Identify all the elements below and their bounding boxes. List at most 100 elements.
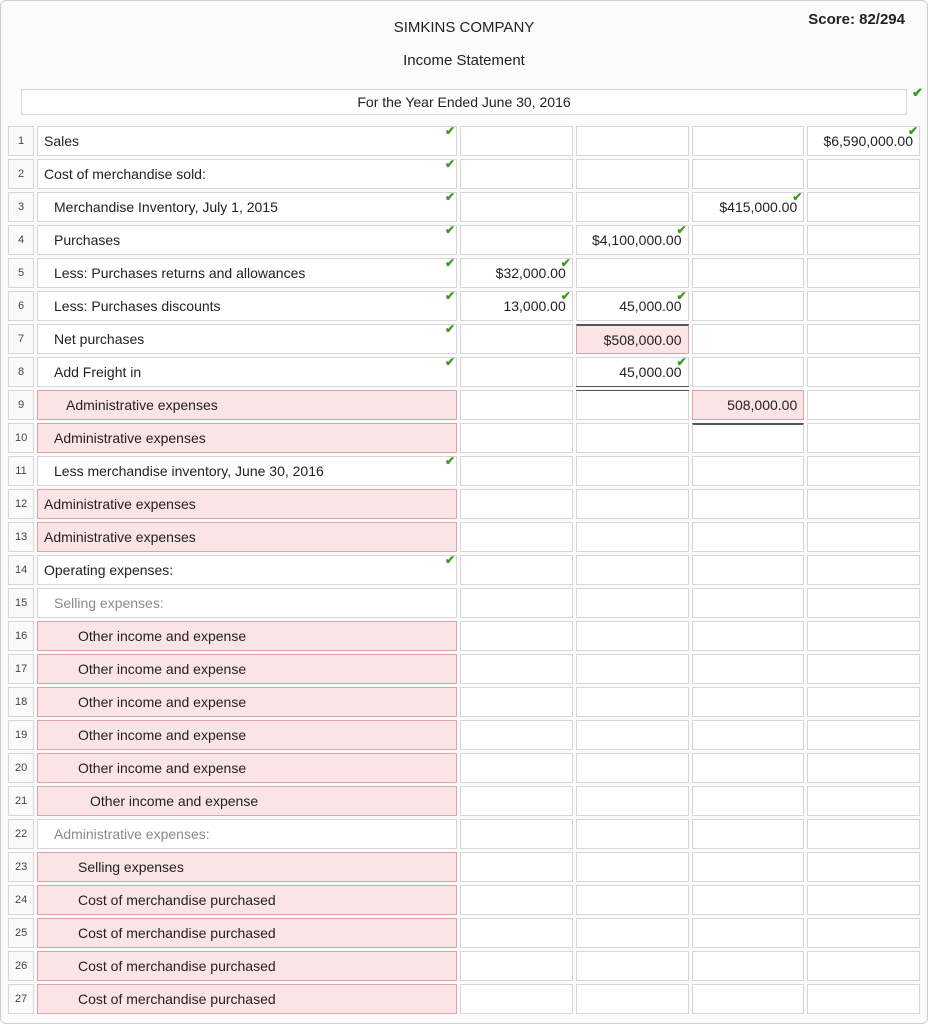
line-item-label[interactable]: Administrative expenses [37,522,457,552]
amount-col-1[interactable] [460,621,573,651]
amount-col-3[interactable]: 508,000.00 [692,390,805,420]
amount-col-2[interactable] [576,159,689,189]
amount-col-4[interactable] [807,621,920,651]
amount-col-2[interactable] [576,786,689,816]
amount-col-4[interactable] [807,225,920,255]
line-item-label[interactable]: Other income and expense [37,753,457,783]
amount-col-4[interactable] [807,687,920,717]
line-item-label[interactable]: Selling expenses [37,852,457,882]
amount-col-2[interactable] [576,192,689,222]
amount-col-2[interactable] [576,885,689,915]
amount-col-1[interactable] [460,225,573,255]
line-item-label[interactable]: Add Freight in✔ [37,357,457,387]
line-item-label[interactable]: Cost of merchandise purchased [37,918,457,948]
amount-col-1[interactable] [460,819,573,849]
amount-col-4[interactable] [807,786,920,816]
amount-col-4[interactable] [807,984,920,1014]
line-item-label[interactable]: Other income and expense [37,621,457,651]
line-item-label[interactable]: Sales✔ [37,126,457,156]
amount-col-3[interactable]: $415,000.00✔ [692,192,805,222]
line-item-label[interactable]: Selling expenses: [37,588,457,618]
amount-col-2[interactable]: $4,100,000.00✔ [576,225,689,255]
amount-col-4[interactable] [807,720,920,750]
line-item-label[interactable]: Cost of merchandise sold:✔ [37,159,457,189]
amount-col-4[interactable] [807,918,920,948]
amount-col-4[interactable] [807,423,920,453]
amount-col-3[interactable] [692,885,805,915]
amount-col-2[interactable] [576,918,689,948]
line-item-label[interactable]: Cost of merchandise purchased [37,885,457,915]
amount-col-3[interactable] [692,687,805,717]
amount-col-3[interactable] [692,258,805,288]
amount-col-1[interactable] [460,720,573,750]
period-field[interactable]: For the Year Ended June 30, 2016 [21,89,907,115]
amount-col-2[interactable] [576,489,689,519]
amount-col-4[interactable] [807,885,920,915]
amount-col-2[interactable] [576,555,689,585]
amount-col-1[interactable] [460,885,573,915]
line-item-label[interactable]: Merchandise Inventory, July 1, 2015✔ [37,192,457,222]
amount-col-1[interactable] [460,192,573,222]
amount-col-4[interactable] [807,522,920,552]
line-item-label[interactable]: Less: Purchases returns and allowances✔ [37,258,457,288]
line-item-label[interactable]: Administrative expenses [37,423,457,453]
amount-col-4[interactable] [807,192,920,222]
line-item-label[interactable]: Administrative expenses [37,489,457,519]
amount-col-1[interactable] [460,126,573,156]
amount-col-4[interactable] [807,159,920,189]
amount-col-4[interactable] [807,852,920,882]
amount-col-1[interactable] [460,555,573,585]
line-item-label[interactable]: Less: Purchases discounts✔ [37,291,457,321]
line-item-label[interactable]: Purchases✔ [37,225,457,255]
line-item-label[interactable]: Cost of merchandise purchased [37,951,457,981]
amount-col-3[interactable] [692,786,805,816]
amount-col-1[interactable] [460,324,573,354]
amount-col-1[interactable] [460,423,573,453]
amount-col-4[interactable] [807,390,920,420]
amount-col-4[interactable] [807,819,920,849]
amount-col-2[interactable] [576,687,689,717]
amount-col-4[interactable] [807,489,920,519]
amount-col-3[interactable] [692,951,805,981]
amount-col-3[interactable] [692,456,805,486]
amount-col-3[interactable] [692,159,805,189]
amount-col-1[interactable] [460,390,573,420]
amount-col-1[interactable] [460,687,573,717]
amount-col-3[interactable] [692,819,805,849]
amount-col-1[interactable] [460,654,573,684]
amount-col-4[interactable]: $6,590,000.00✔ [807,126,920,156]
amount-col-2[interactable] [576,390,689,420]
amount-col-3[interactable] [692,291,805,321]
amount-col-2[interactable] [576,819,689,849]
line-item-label[interactable]: Less merchandise inventory, June 30, 201… [37,456,457,486]
line-item-label[interactable]: Other income and expense [37,720,457,750]
amount-col-2[interactable] [576,456,689,486]
amount-col-3[interactable] [692,423,805,453]
amount-col-1[interactable] [460,588,573,618]
amount-col-1[interactable]: $32,000.00✔ [460,258,573,288]
amount-col-1[interactable] [460,753,573,783]
amount-col-3[interactable] [692,654,805,684]
amount-col-3[interactable] [692,225,805,255]
amount-col-2[interactable] [576,984,689,1014]
amount-col-4[interactable] [807,324,920,354]
line-item-label[interactable]: Net purchases✔ [37,324,457,354]
amount-col-2[interactable] [576,621,689,651]
line-item-label[interactable]: Cost of merchandise purchased [37,984,457,1014]
amount-col-4[interactable] [807,555,920,585]
amount-col-3[interactable] [692,555,805,585]
amount-col-1[interactable] [460,852,573,882]
amount-col-4[interactable] [807,258,920,288]
amount-col-4[interactable] [807,357,920,387]
amount-col-1[interactable] [460,456,573,486]
line-item-label[interactable]: Other income and expense [37,786,457,816]
amount-col-1[interactable] [460,951,573,981]
amount-col-1[interactable] [460,159,573,189]
amount-col-2[interactable] [576,951,689,981]
amount-col-1[interactable] [460,918,573,948]
amount-col-3[interactable] [692,489,805,519]
amount-col-1[interactable]: 13,000.00✔ [460,291,573,321]
amount-col-4[interactable] [807,654,920,684]
amount-col-2[interactable] [576,654,689,684]
amount-col-3[interactable] [692,918,805,948]
